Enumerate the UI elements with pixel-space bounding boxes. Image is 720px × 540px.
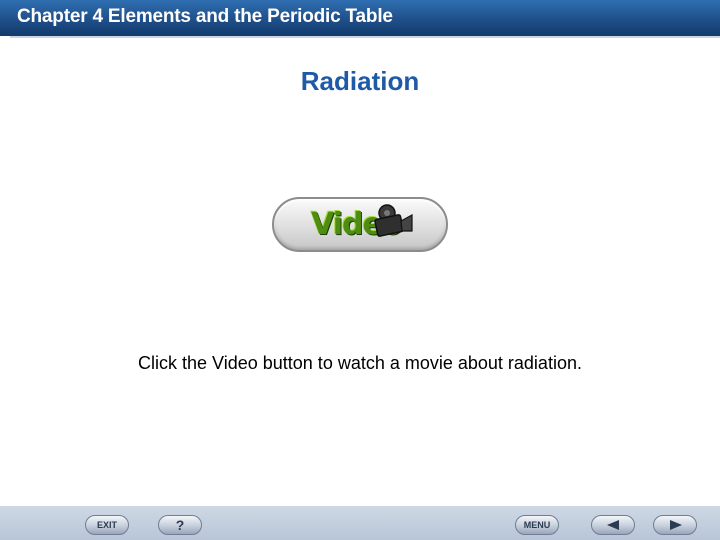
- next-button[interactable]: [653, 515, 697, 535]
- back-button[interactable]: [591, 515, 635, 535]
- slide-title: Radiation: [300, 66, 420, 96]
- arrow-left-icon: [607, 520, 619, 530]
- instruction-text: Click the Video button to watch a movie …: [138, 353, 582, 373]
- help-button[interactable]: ?: [158, 515, 202, 535]
- navigation-bar: EXIT ? MENU: [0, 506, 720, 540]
- header-divider: [10, 36, 720, 38]
- camera-icon: [374, 204, 413, 237]
- chapter-title: Chapter 4 Elements and the Periodic Tabl…: [17, 6, 393, 27]
- menu-button[interactable]: MENU: [515, 515, 559, 535]
- video-button[interactable]: Video: [272, 197, 448, 252]
- chapter-header: Chapter 4 Elements and the Periodic Tabl…: [0, 0, 720, 36]
- arrow-right-icon: [670, 520, 682, 530]
- exit-button[interactable]: EXIT: [85, 515, 129, 535]
